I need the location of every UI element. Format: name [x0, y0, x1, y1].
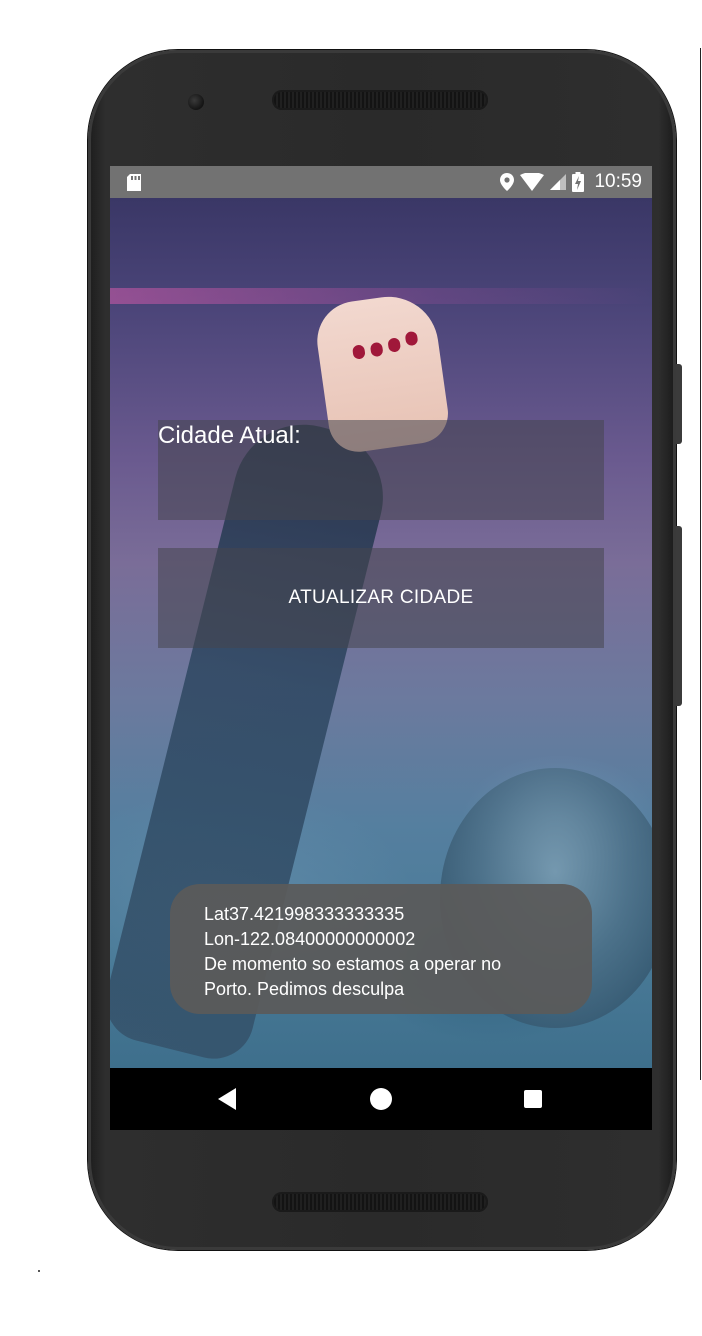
- toast-latitude: Lat37.421998333333335: [204, 904, 405, 924]
- update-city-button[interactable]: ATUALIZAR CIDADE: [158, 548, 604, 648]
- bottom-speaker: [272, 1192, 488, 1212]
- current-city-panel: Cidade Atual:: [158, 420, 604, 520]
- recents-icon[interactable]: [524, 1090, 542, 1108]
- back-icon[interactable]: [218, 1088, 236, 1110]
- toast-message: Lat37.421998333333335 Lon-122.0840000000…: [170, 884, 592, 1014]
- toast-longitude: Lon-122.08400000000002: [204, 929, 416, 949]
- location-icon: [500, 173, 515, 191]
- toast-text-line-1: De momento so estamos a operar no: [204, 954, 502, 974]
- update-city-button-label: ATUALIZAR CIDADE: [288, 587, 474, 608]
- sd-card-icon: [127, 174, 141, 191]
- navigation-bar: [110, 1068, 652, 1130]
- volume-button: [676, 526, 682, 706]
- window-edge-line: [700, 48, 701, 1080]
- toast-text-line-2: Porto. Pedimos desculpa: [204, 979, 405, 999]
- top-speaker: [272, 90, 488, 110]
- status-bar: 10:59: [110, 166, 652, 198]
- current-city-label: Cidade Atual:: [158, 422, 301, 449]
- wifi-icon: [520, 173, 545, 191]
- background-photo: Cidade Atual: ATUALIZAR CIDADE Lat37.421…: [110, 198, 652, 1068]
- power-button: [676, 364, 682, 444]
- screen: 10:59 Cidade Atual: ATUALIZAR CIDADE Lat…: [110, 166, 652, 1130]
- status-icons: 10:59: [500, 166, 642, 198]
- front-camera: [188, 94, 204, 110]
- status-time: 10:59: [594, 171, 642, 192]
- stray-dot: [38, 1270, 40, 1272]
- cell-signal-icon: [550, 174, 567, 190]
- battery-charging-icon: [572, 172, 585, 192]
- home-icon[interactable]: [370, 1088, 392, 1110]
